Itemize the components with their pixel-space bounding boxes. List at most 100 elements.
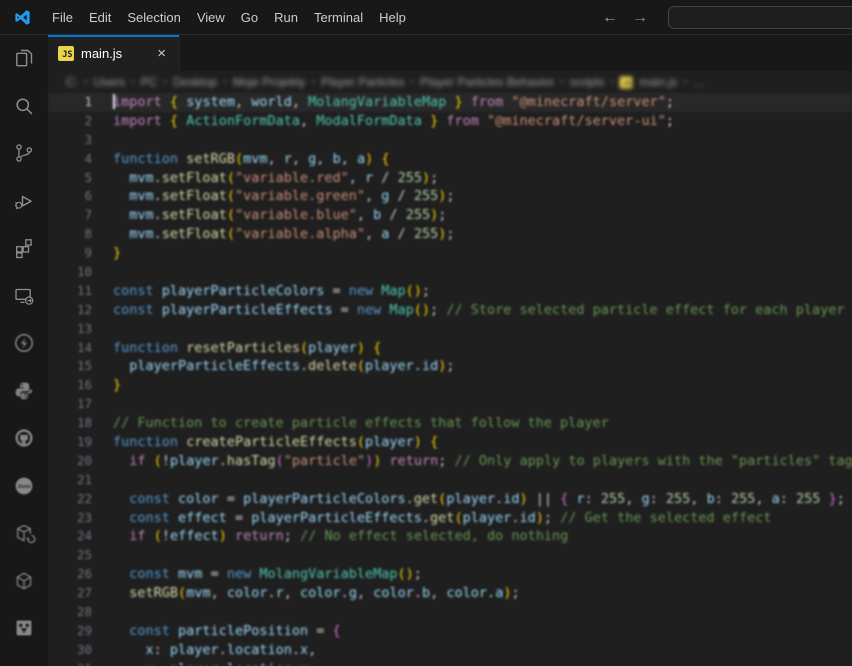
code-line[interactable]: 30 x: player.location.x, (48, 641, 852, 660)
line-number: 7 (84, 207, 92, 223)
line-number: 17 (76, 396, 92, 412)
code-line[interactable]: 16} (48, 376, 852, 395)
breadcrumb-item[interactable]: PC (139, 75, 160, 89)
line-number: 4 (84, 150, 92, 166)
menu-item-file[interactable]: File (44, 5, 81, 29)
code-line[interactable]: 12 const playerParticleEffects = new Map(… (48, 301, 852, 320)
editor-group: JS main.js × C: › Users › PC › Desktop › Moje Pr… (48, 35, 852, 666)
files-icon[interactable] (12, 46, 36, 70)
menu-item-run[interactable]: Run (266, 5, 306, 29)
code-line[interactable]: 5 mvm.setFloat("variable.red", r / 255); (48, 169, 852, 188)
code-line[interactable]: 2 import { ActionFormData, ModalFormData … (48, 112, 852, 131)
line-number: 9 (84, 245, 92, 261)
code-line[interactable]: 4 function setRGB(mvm, r, g, b, a) { (48, 150, 852, 169)
code-line[interactable]: 6 mvm.setFloat("variable.green", g / 255… (48, 187, 852, 206)
menu-item-view[interactable]: View (189, 5, 233, 29)
line-number: 25 (76, 547, 92, 563)
line-number: 8 (84, 226, 92, 242)
forward-arrow-icon[interactable]: → (632, 9, 648, 26)
code-line[interactable]: 8 mvm.setFloat("variable.alpha", a / 255… (48, 225, 852, 244)
code-line[interactable]: 23 const effect = playerParticleEffects.… (48, 509, 852, 528)
github-icon[interactable] (12, 426, 36, 450)
line-number: 11 (76, 282, 92, 298)
run-debug-icon[interactable] (12, 189, 36, 213)
code-text: } (113, 245, 122, 262)
tab-main-js[interactable]: JS main.js × (48, 35, 180, 71)
code-line[interactable]: 25 (48, 546, 852, 565)
breadcrumb-item[interactable]: Moje Projekty (231, 75, 308, 89)
code-line[interactable]: 28 (48, 603, 852, 622)
code-line[interactable]: 26 const mvm = new MolangVariableMap(); (48, 565, 852, 584)
json-icon[interactable]: Json (12, 474, 36, 498)
minecraft-icon[interactable] (12, 616, 36, 640)
code-line[interactable]: 17 (48, 395, 852, 414)
code-editor[interactable]: 1 import { system, world, MolangVariableM… (48, 93, 852, 666)
menu-item-go[interactable]: Go (233, 5, 266, 29)
menu-item-help[interactable]: Help (371, 5, 414, 29)
search-icon[interactable] (12, 94, 36, 118)
code-text: import { system, world, MolangVariableMa… (113, 93, 674, 110)
breadcrumb-item-file[interactable]: main.js (637, 75, 679, 89)
extensions-icon[interactable] (12, 236, 36, 260)
code-line[interactable]: 22 const color = playerParticleColors.ge… (48, 490, 852, 509)
code-line[interactable]: 29 const particlePosition = { (48, 622, 852, 641)
breadcrumb-item[interactable]: Player Particles Behavior (418, 75, 556, 89)
code-line[interactable]: 27 setRGB(mvm, color.r, color.g, color.b… (48, 584, 852, 603)
command-center-search[interactable] (668, 6, 852, 29)
code-line[interactable]: 19 function createParticleEffects(player)… (48, 433, 852, 452)
breadcrumb-item[interactable]: Player Particles (319, 75, 406, 89)
code-line[interactable]: 20 if (!player.hasTag("particle")) retur… (48, 452, 852, 471)
breadcrumb-item[interactable]: scripts (568, 75, 607, 89)
code-line[interactable]: 15 playerParticleEffects.delete(player.i… (48, 357, 852, 376)
breadcrumb-separator-icon: › (311, 76, 316, 88)
source-control-icon[interactable] (12, 141, 36, 165)
code-text: mvm.setFloat("variable.green", g / 255); (129, 188, 455, 205)
breadcrumb-separator-icon: › (610, 76, 615, 88)
code-line[interactable]: 11 const playerParticleColors = new Map()… (48, 282, 852, 301)
cube-icon[interactable] (12, 569, 36, 593)
code-line[interactable]: 21 (48, 471, 852, 490)
line-number: 12 (76, 301, 92, 317)
close-icon[interactable]: × (154, 45, 169, 62)
code-text: mvm.setFloat("variable.blue", b / 255); (129, 207, 447, 224)
code-line[interactable]: 13 (48, 320, 852, 339)
breadcrumb-item[interactable]: Users (92, 75, 127, 89)
breadcrumb-separator-icon: › (131, 76, 135, 88)
line-number: 6 (84, 188, 92, 204)
circle-extension-icon[interactable] (12, 331, 36, 355)
code-line[interactable]: 14 function resetParticles(player) { (48, 339, 852, 358)
breadcrumb-item[interactable]: C: (64, 75, 80, 89)
python-icon[interactable] (12, 379, 36, 403)
code-line[interactable]: 18 // Function to create particle effects… (48, 414, 852, 433)
code-line[interactable]: 1 import { system, world, MolangVariableM… (48, 93, 852, 112)
line-number: 20 (76, 452, 92, 468)
code-line[interactable]: 10 (48, 263, 852, 282)
code-text: if (!player.hasTag("particle")) return; … (129, 452, 852, 469)
javascript-file-icon: JS (619, 76, 633, 88)
code-line[interactable]: 7 mvm.setFloat("variable.blue", b / 255)… (48, 206, 852, 225)
back-arrow-icon[interactable]: ← (602, 9, 618, 26)
line-number: 22 (76, 490, 92, 506)
line-number: 24 (76, 528, 92, 544)
code-line[interactable]: 31 y: player.location.y (48, 660, 852, 666)
code-text: const particlePosition = { (129, 622, 341, 639)
menu-item-selection[interactable]: Selection (119, 5, 188, 29)
code-line[interactable]: 9} (48, 244, 852, 263)
line-number: 28 (76, 604, 92, 620)
code-text: setRGB(mvm, color.r, color.g, color.b, c… (129, 585, 520, 602)
breadcrumb-item[interactable]: Desktop (171, 75, 219, 89)
code-line[interactable]: 24 if (!effect) return; // No effect sel… (48, 527, 852, 546)
breadcrumb-item-symbol[interactable]: … (691, 75, 707, 89)
activity-bar: Json (0, 35, 48, 666)
code-line[interactable]: 3 (48, 131, 852, 150)
menu-bar: File Edit Selection View Go Run Terminal Help (44, 0, 414, 34)
menu-item-terminal[interactable]: Terminal (306, 5, 371, 29)
package-sync-icon[interactable] (12, 521, 36, 545)
menu-item-edit[interactable]: Edit (81, 5, 119, 29)
line-number: 15 (76, 358, 92, 374)
code-text: playerParticleEffects.delete(player.id); (129, 358, 455, 375)
remote-explorer-icon[interactable] (12, 284, 36, 308)
